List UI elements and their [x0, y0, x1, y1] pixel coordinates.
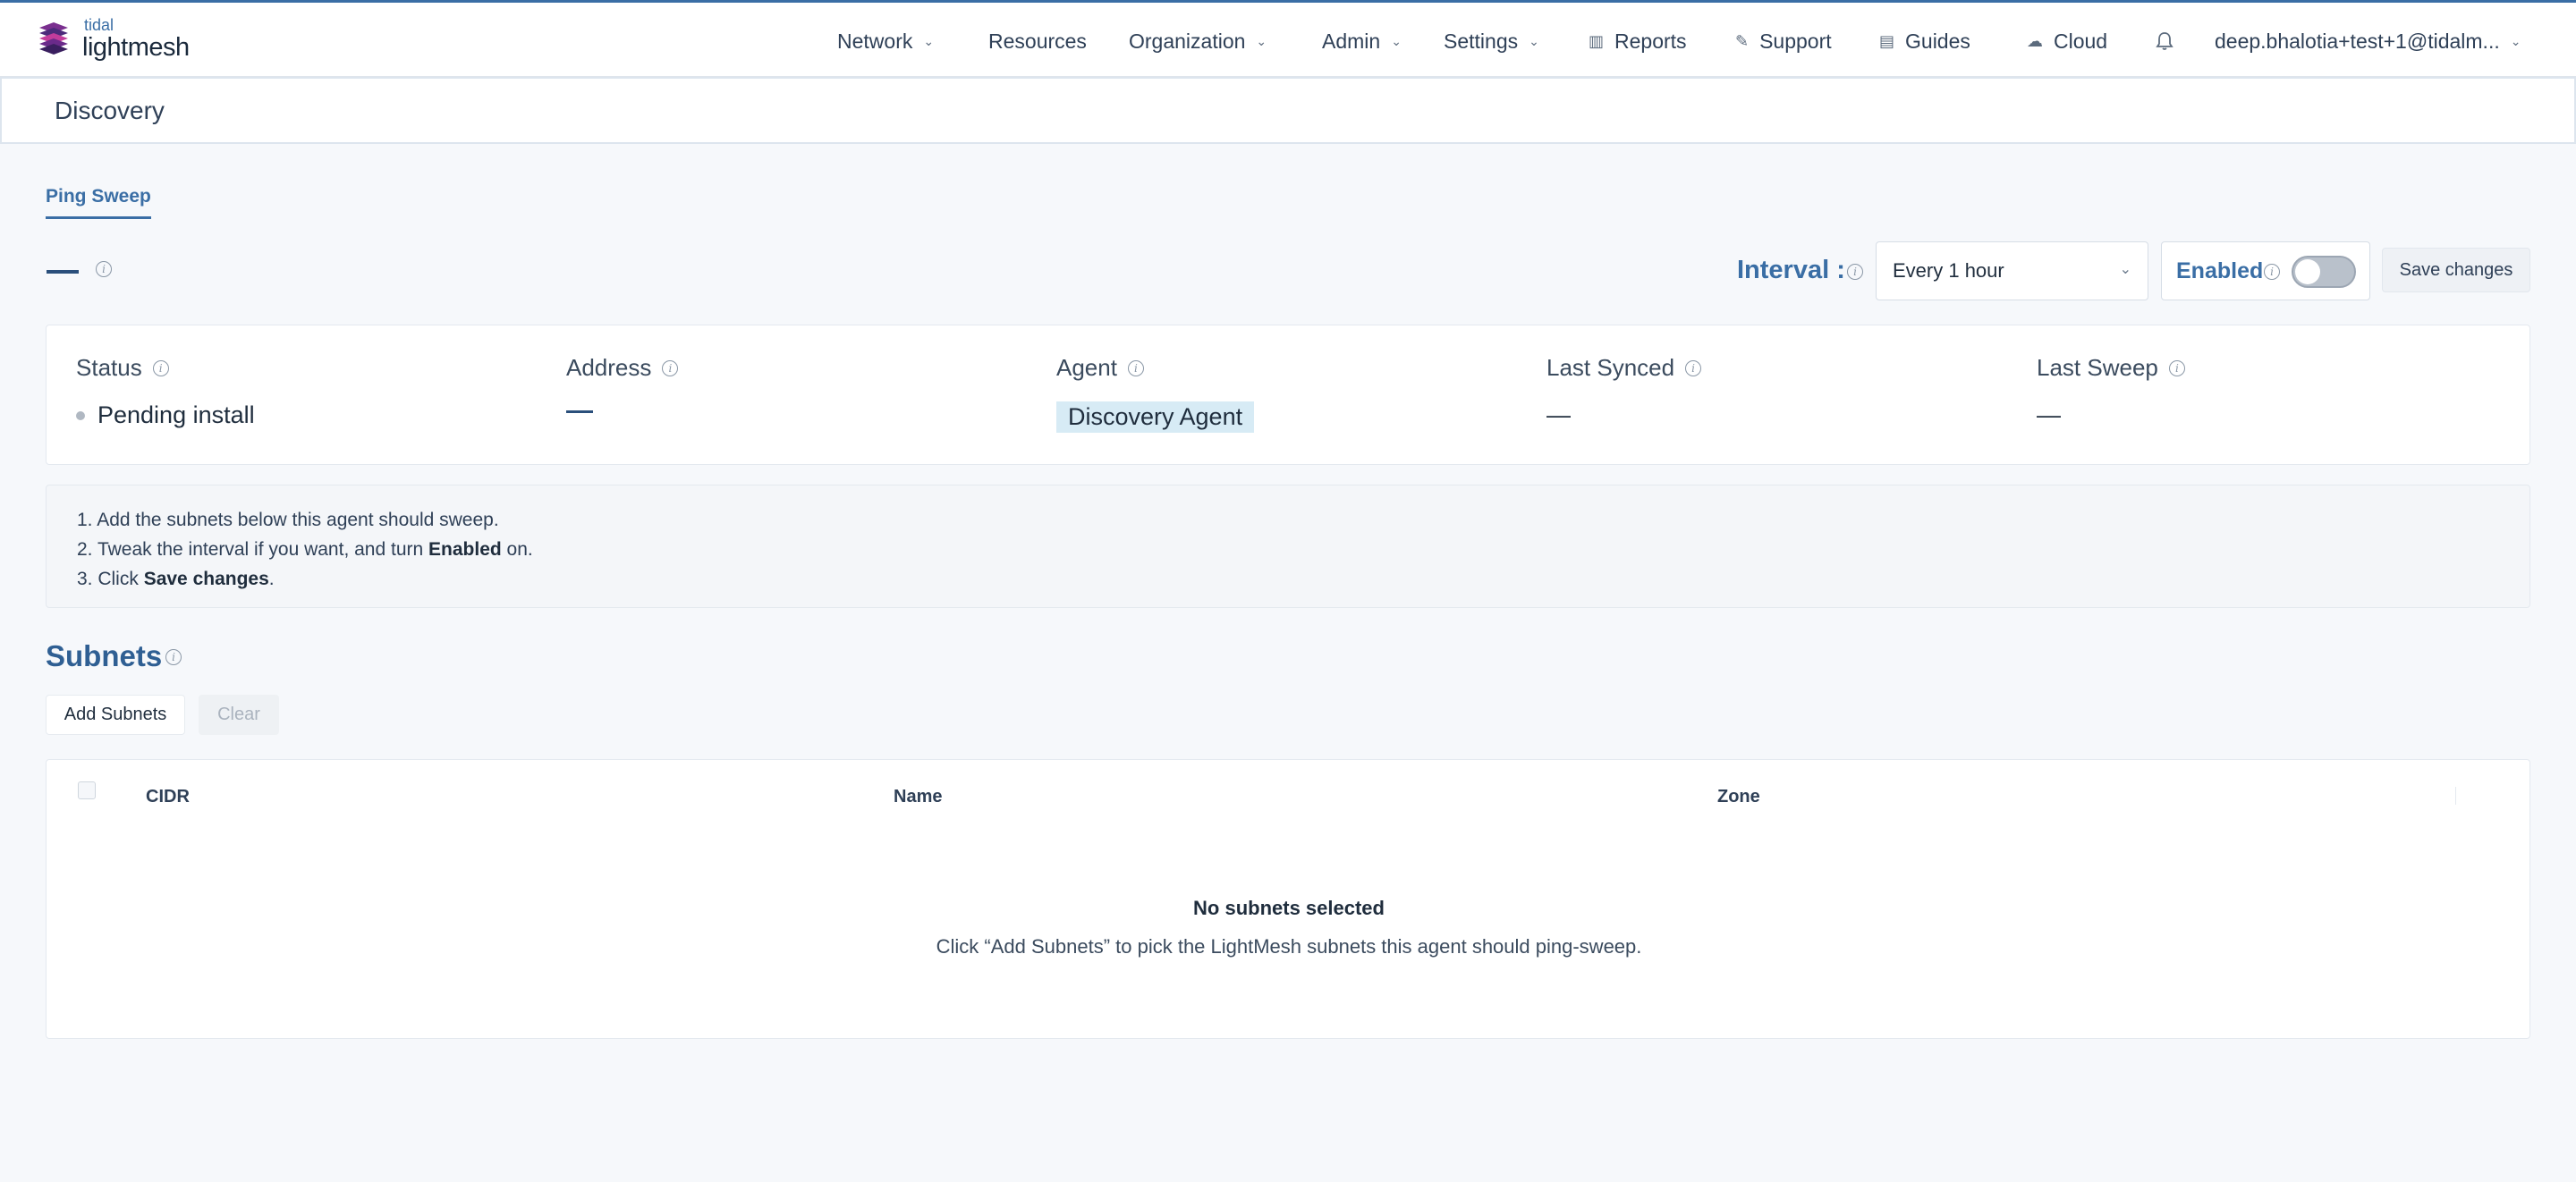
empty-state-title: No subnets selected: [1193, 897, 1385, 919]
logo-small-text: tidal: [84, 15, 114, 34]
instruction-step-2: 2. Tweak the interval if you want, and t…: [77, 535, 2529, 564]
user-email: deep.bhalotia+test+1@tidalm...: [2215, 29, 2500, 53]
agent-name-placeholder: [47, 270, 79, 274]
select-all-checkbox[interactable]: [78, 781, 96, 799]
address-value-empty: [566, 410, 593, 413]
nav-guides[interactable]: ▤ Guides: [1879, 26, 1970, 56]
interval-label: Interval :: [1737, 256, 1845, 284]
last-sweep-column: Last Sweep i —: [2037, 354, 2185, 429]
address-label: Address: [566, 354, 652, 381]
toggle-knob: [2295, 259, 2320, 284]
add-subnets-button[interactable]: Add Subnets: [46, 695, 185, 735]
nav-resources-label: Resources: [988, 29, 1087, 53]
column-header-zone[interactable]: Zone: [1717, 787, 1760, 807]
logo-big-text: lightmesh: [82, 32, 190, 62]
last-synced-column: Last Synced i —: [1546, 354, 1702, 429]
agent-badge: Discovery Agent: [1056, 401, 1255, 433]
notifications-button[interactable]: [2156, 26, 2174, 56]
nav-guides-label: Guides: [1905, 29, 1970, 53]
last-sweep-label: Last Sweep: [2037, 354, 2158, 381]
nav-admin-label: Admin: [1322, 29, 1381, 53]
page-title: Discovery: [55, 97, 165, 124]
address-column: Address i: [566, 354, 679, 413]
step-3-text: 3. Click: [77, 569, 144, 589]
nav-resources[interactable]: Resources: [988, 26, 1087, 56]
last-sweep-value: —: [2037, 401, 2061, 428]
agent-column: Agent i Discovery Agent: [1056, 354, 1255, 433]
chevron-down-icon: ⌄: [1529, 33, 1539, 48]
info-icon[interactable]: i: [152, 359, 169, 376]
info-icon[interactable]: i: [165, 649, 182, 665]
logo[interactable]: tidal lightmesh: [36, 17, 190, 60]
nav-cloud-label: Cloud: [2054, 29, 2108, 53]
last-synced-value: —: [1546, 401, 1571, 428]
interval-value: Every 1 hour: [1893, 259, 2004, 282]
column-header-name[interactable]: Name: [894, 787, 942, 807]
step-3-bold: Save changes: [143, 569, 269, 589]
step-2-suffix: on.: [501, 539, 533, 560]
page-header: Discovery: [0, 77, 2576, 144]
chevron-down-icon: ⌄: [923, 33, 935, 48]
info-icon[interactable]: i: [96, 261, 112, 277]
empty-state-description: Click “Add Subnets” to pick the LightMes…: [936, 935, 1642, 958]
info-icon[interactable]: i: [2264, 264, 2280, 280]
status-label: Status: [76, 354, 142, 381]
wrench-icon: ✎: [1735, 31, 1750, 50]
nav-network[interactable]: Network ⌄: [837, 26, 934, 56]
info-icon[interactable]: i: [1847, 264, 1863, 280]
column-separator: [2455, 787, 2456, 805]
instruction-step-1: 1. Add the subnets below this agent shou…: [77, 510, 499, 530]
bell-icon: [2156, 32, 2174, 50]
step-2-text: 2. Tweak the interval if you want, and t…: [77, 539, 429, 560]
status-column: Status i Pending install: [76, 354, 255, 429]
user-menu[interactable]: deep.bhalotia+test+1@tidalm... ⌄: [2215, 26, 2521, 56]
subnets-title: Subnets: [46, 639, 163, 672]
nav-network-label: Network: [837, 29, 913, 53]
clear-button[interactable]: Clear: [199, 695, 279, 735]
column-header-cidr[interactable]: CIDR: [146, 787, 190, 807]
last-synced-label: Last Synced: [1546, 354, 1675, 381]
nav-reports-label: Reports: [1614, 29, 1687, 53]
interval-select[interactable]: Every 1 hour ⌄: [1876, 241, 2148, 300]
enabled-toggle[interactable]: [2292, 256, 2356, 288]
chevron-down-icon: ⌄: [2119, 262, 2131, 277]
book-icon: ▤: [1879, 31, 1895, 50]
status-dot: [76, 410, 85, 420]
subnets-table: CIDR Name Zone No subnets selected Click…: [46, 759, 2530, 1039]
step-2-bold: Enabled: [428, 539, 502, 560]
nav-support-label: Support: [1759, 29, 1832, 53]
tab-ping-sweep[interactable]: Ping Sweep: [46, 186, 151, 219]
nav-settings-label: Settings: [1444, 29, 1519, 53]
chevron-down-icon: ⌄: [1391, 33, 1402, 48]
instruction-step-3: 3. Click Save changes.: [77, 564, 2529, 594]
nav-cloud[interactable]: ☁ Cloud: [2027, 26, 2107, 56]
agent-label: Agent: [1056, 354, 1117, 381]
step-3-suffix: .: [268, 569, 275, 589]
info-icon[interactable]: i: [1127, 359, 1144, 376]
nav-organization-label: Organization: [1129, 29, 1246, 53]
bar-chart-icon: ▥: [1589, 31, 1605, 50]
chevron-down-icon: ⌄: [2510, 33, 2521, 48]
cloud-icon: ☁: [2027, 31, 2043, 50]
enabled-label: Enabled: [2176, 258, 2264, 283]
nav-support[interactable]: ✎ Support: [1735, 26, 1832, 56]
status-card: Status i Pending install Address i Agent i …: [46, 325, 2530, 465]
nav-reports[interactable]: ▥ Reports: [1589, 26, 1687, 56]
instructions-panel: 1. Add the subnets below this agent shou…: [46, 485, 2530, 608]
enabled-control: Enabled i: [2161, 241, 2370, 300]
info-icon[interactable]: i: [2168, 359, 2185, 376]
save-changes-button[interactable]: Save changes: [2382, 248, 2530, 292]
lightmesh-logo-icon: [39, 22, 68, 55]
top-nav: tidal lightmesh Network ⌄ Resources Orga…: [0, 0, 2576, 77]
info-icon[interactable]: i: [1685, 359, 1702, 376]
nav-settings[interactable]: Settings ⌄: [1444, 26, 1539, 56]
nav-admin[interactable]: Admin ⌄: [1322, 26, 1402, 56]
status-value: Pending install: [97, 401, 255, 428]
nav-organization[interactable]: Organization ⌄: [1129, 26, 1267, 56]
info-icon[interactable]: i: [662, 359, 679, 376]
chevron-down-icon: ⌄: [1256, 33, 1267, 48]
